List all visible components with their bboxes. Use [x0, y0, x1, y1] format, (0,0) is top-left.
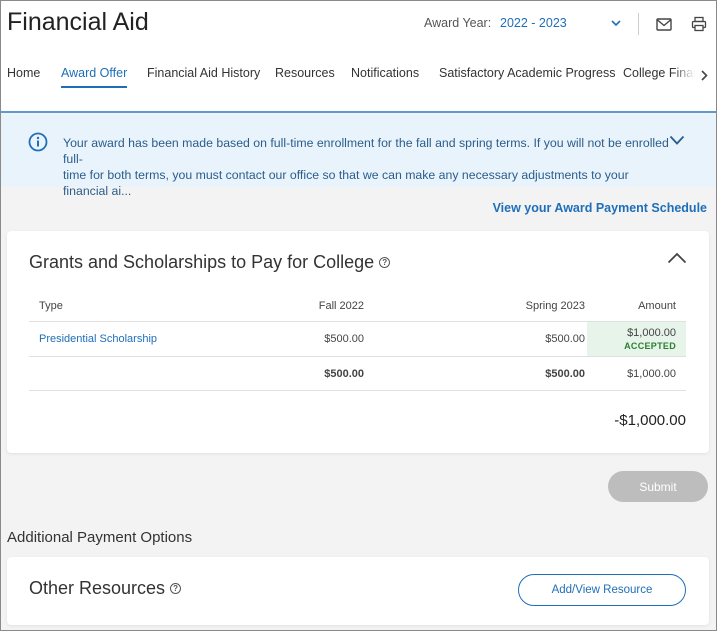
payment-schedule-link[interactable]: View your Award Payment Schedule [493, 201, 707, 215]
tab-financial-aid-history[interactable]: Financial Aid History [147, 66, 260, 86]
nav-fade [673, 61, 695, 89]
add-view-resource-button[interactable]: Add/View Resource [518, 574, 686, 606]
page-title: Financial Aid [7, 8, 149, 36]
additional-payment-options-heading: Additional Payment Options [7, 529, 193, 546]
collapse-button[interactable] [667, 251, 687, 269]
tab-home[interactable]: Home [7, 66, 40, 86]
totals-row: $500.00 $500.00 $1,000.00 [29, 357, 686, 391]
help-icon[interactable]: ? [379, 257, 391, 268]
nav-scroll-right-button[interactable] [695, 64, 713, 86]
notice-text: Your award has been made based on full-t… [63, 135, 675, 199]
tab-award-offer[interactable]: Award Offer [61, 66, 128, 88]
tab-notifications[interactable]: Notifications [351, 66, 419, 86]
column-header-amount: Amount [638, 300, 676, 312]
chevron-up-icon [667, 252, 687, 264]
notice-expand-button[interactable] [669, 133, 685, 151]
notice-line-1: Your award has been made based on full-t… [63, 136, 669, 166]
app-frame: Financial Aid Award Year: 2022 - 2023 Ho… [0, 0, 717, 631]
award-year-label: Award Year: [424, 16, 492, 30]
help-icon[interactable]: ? [170, 583, 182, 594]
tab-satisfactory-academic-progress[interactable]: Satisfactory Academic Progress [439, 66, 615, 86]
grants-card: Grants and Scholarships to Pay for Colle… [7, 231, 709, 453]
main-nav: Home Award Offer Financial Aid History R… [1, 61, 716, 91]
table-row: Presidential Scholarship $500.00 $500.00… [29, 322, 686, 357]
other-resources-card: Other Resources ? Add/View Resource [7, 557, 709, 625]
column-header-spring: Spring 2023 [525, 300, 585, 312]
print-icon[interactable] [689, 14, 709, 34]
table-header: Type Fall 2022 Spring 2023 Amount [29, 289, 686, 322]
column-header-type: Type [39, 300, 63, 312]
award-year-value: 2022 - 2023 [500, 16, 567, 30]
notice-line-2: time for both terms, you must contact ou… [63, 168, 629, 198]
chevron-down-icon [669, 135, 685, 145]
other-resources-title-text: Other Resources [29, 578, 166, 598]
row-total-amount: $1,000.00 [627, 327, 676, 339]
info-icon [28, 132, 48, 157]
award-year-select[interactable]: 2022 - 2023 [493, 10, 627, 36]
header-divider [638, 13, 639, 35]
spring-total: $500.00 [545, 368, 585, 380]
fall-amount: $500.00 [324, 333, 364, 345]
grants-title-text: Grants and Scholarships to Pay for Colle… [29, 252, 375, 272]
accepted-amount-cell: $1,000.00 ACCEPTED [587, 322, 686, 356]
other-resources-title: Other Resources ? [29, 578, 182, 599]
status-badge: ACCEPTED [624, 341, 676, 351]
enrollment-notice: Your award has been made based on full-t… [1, 115, 716, 198]
chevron-right-icon [700, 69, 708, 81]
column-header-fall: Fall 2022 [318, 300, 364, 312]
amount-total: $1,000.00 [627, 368, 676, 380]
chevron-down-icon [611, 14, 621, 32]
tab-resources[interactable]: Resources [275, 66, 335, 86]
award-name-link[interactable]: Presidential Scholarship [39, 333, 157, 345]
net-total: -$1,000.00 [614, 412, 686, 429]
grants-title: Grants and Scholarships to Pay for Colle… [29, 252, 391, 273]
fall-total: $500.00 [324, 368, 364, 380]
header: Financial Aid Award Year: 2022 - 2023 Ho… [1, 1, 716, 113]
submit-button[interactable]: Submit [608, 471, 708, 502]
mail-icon[interactable] [654, 14, 674, 34]
spring-amount: $500.00 [545, 333, 585, 345]
